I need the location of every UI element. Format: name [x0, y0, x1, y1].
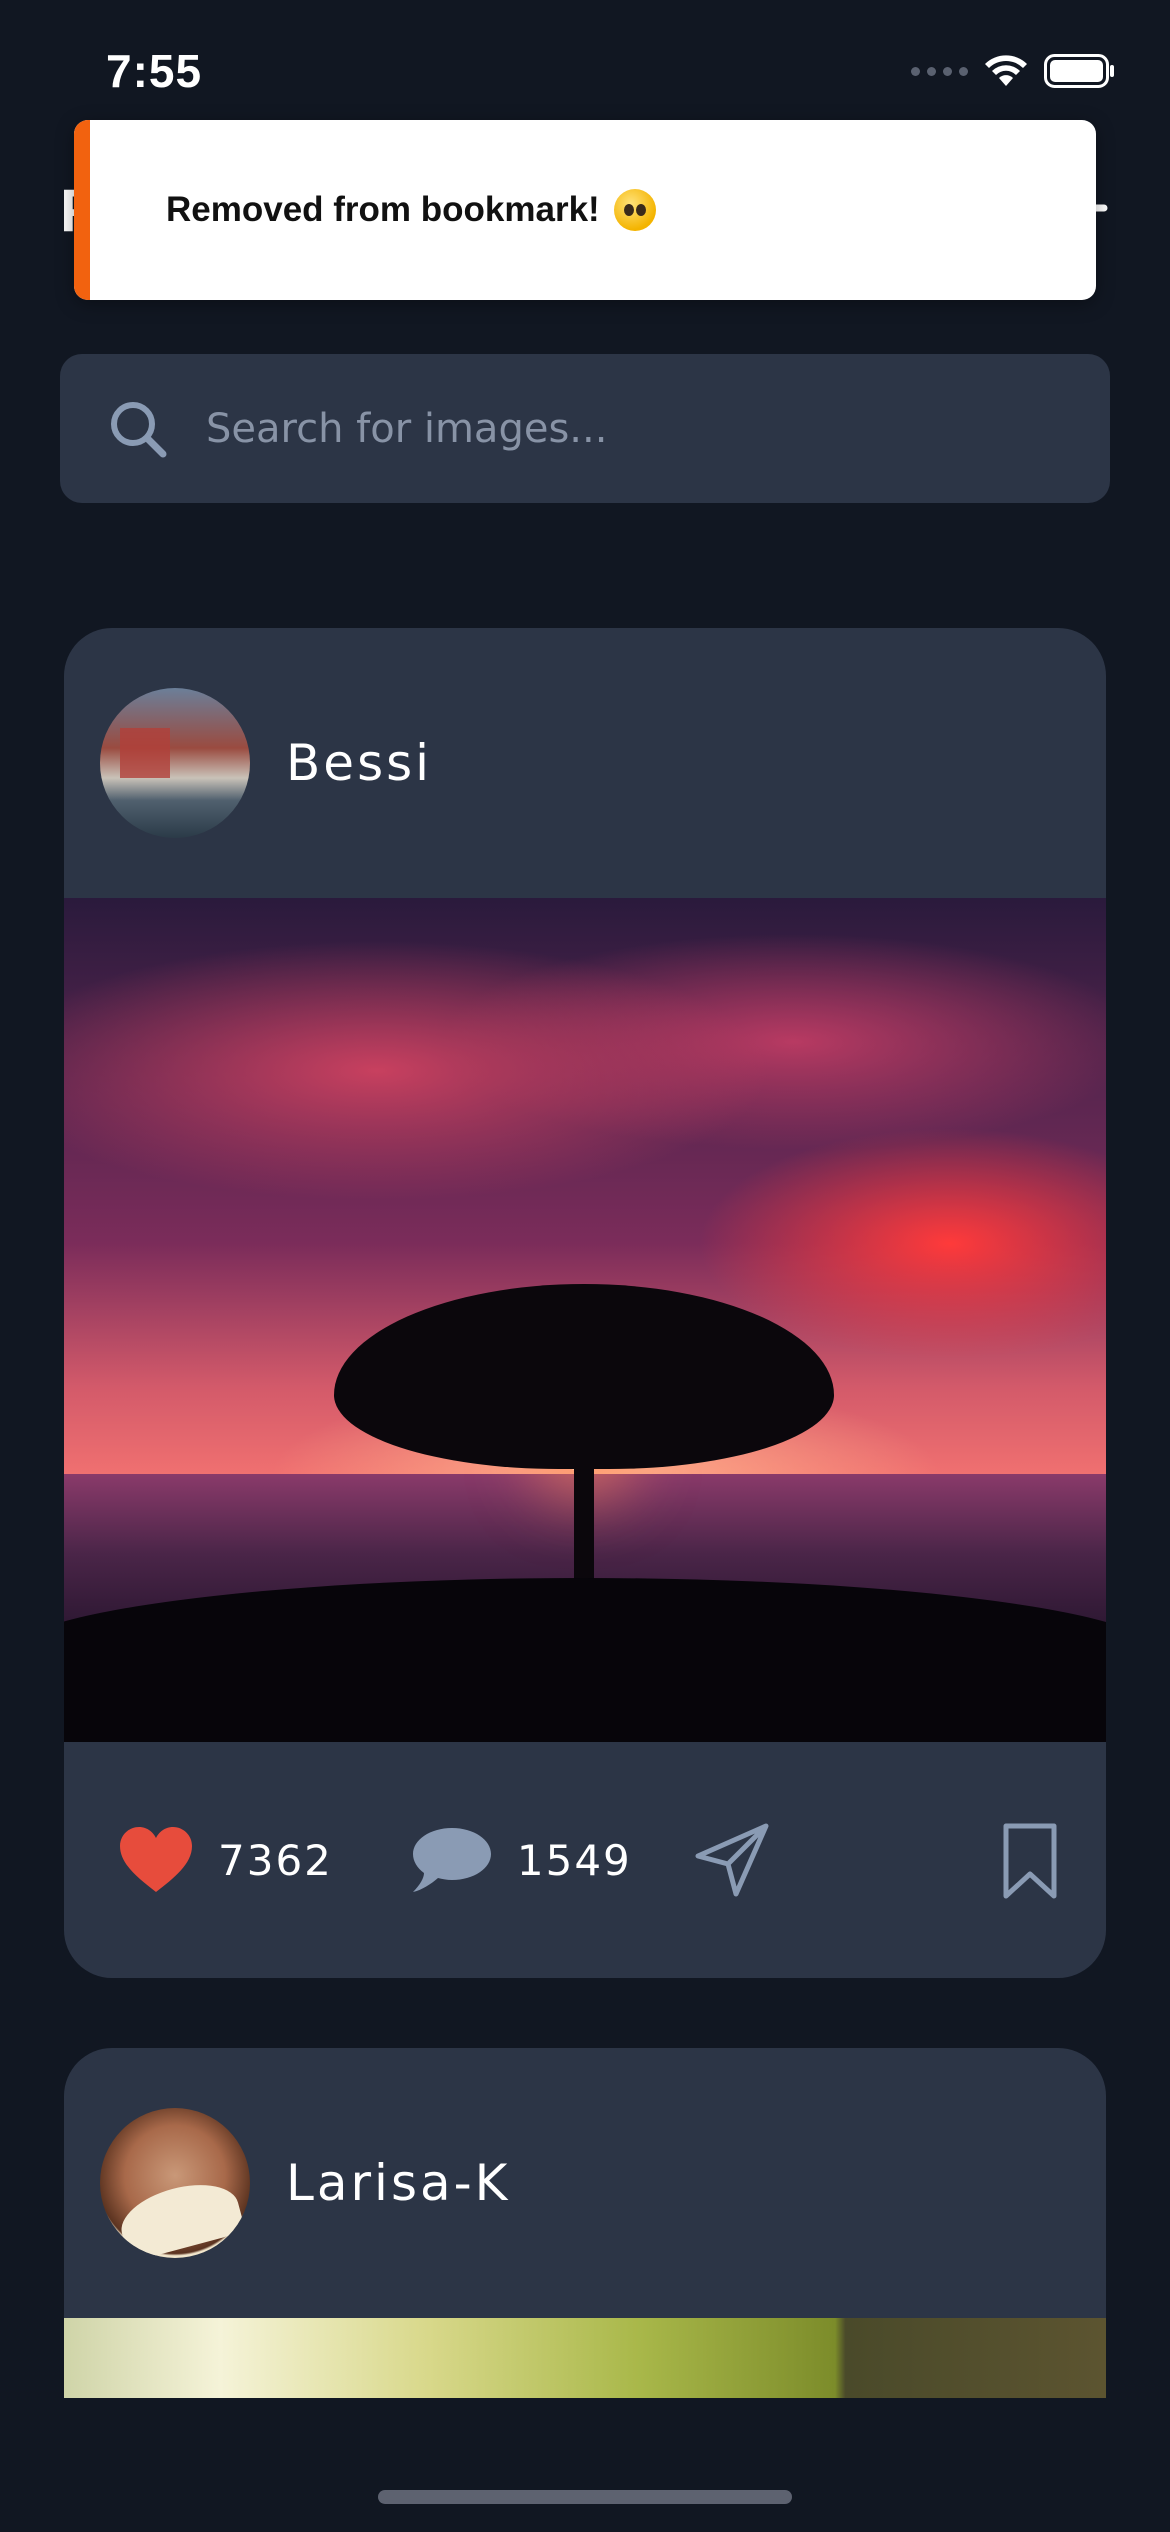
post-header: Larisa-K — [64, 2048, 1106, 2318]
heart-icon[interactable] — [118, 1826, 194, 1894]
battery-icon — [1044, 54, 1114, 88]
home-indicator[interactable] — [378, 2490, 792, 2504]
bookmark-icon[interactable] — [1002, 1822, 1058, 1900]
post-actions: 7362 1549 — [64, 1742, 1106, 1978]
post-image[interactable] — [64, 2318, 1106, 2398]
toast-accent-bar — [74, 120, 90, 300]
search-icon — [111, 401, 167, 457]
post-image[interactable] — [64, 898, 1106, 1742]
cellular-signal-icon — [911, 66, 968, 76]
avatar[interactable] — [100, 688, 250, 838]
avatar[interactable] — [100, 2108, 250, 2258]
like-action[interactable]: 7362 — [118, 1826, 333, 1894]
search-input[interactable] — [206, 405, 1006, 452]
status-icons — [911, 54, 1116, 88]
wifi-icon — [985, 55, 1027, 86]
username[interactable]: Bessi — [286, 734, 432, 792]
status-bar: 7:55 — [0, 0, 1170, 140]
comment-icon[interactable] — [411, 1826, 493, 1894]
search-bar[interactable] — [60, 354, 1110, 503]
like-count: 7362 — [218, 1835, 333, 1885]
comment-action[interactable]: 1549 — [411, 1826, 632, 1894]
username[interactable]: Larisa-K — [286, 2154, 510, 2212]
post-header: Bessi — [64, 628, 1106, 898]
toast-content: Removed from bookmark! — [166, 189, 656, 231]
post-card: Larisa-K — [64, 2048, 1106, 2398]
toast-message: Removed from bookmark! — [166, 190, 600, 229]
comment-count: 1549 — [516, 1835, 632, 1885]
pleading-face-icon — [613, 189, 656, 231]
status-time: 7:55 — [106, 45, 203, 97]
send-icon[interactable] — [694, 1822, 770, 1898]
post-card: Bessi 7362 1549 — [64, 628, 1106, 1978]
toast-notification[interactable]: Removed from bookmark! — [74, 120, 1096, 300]
